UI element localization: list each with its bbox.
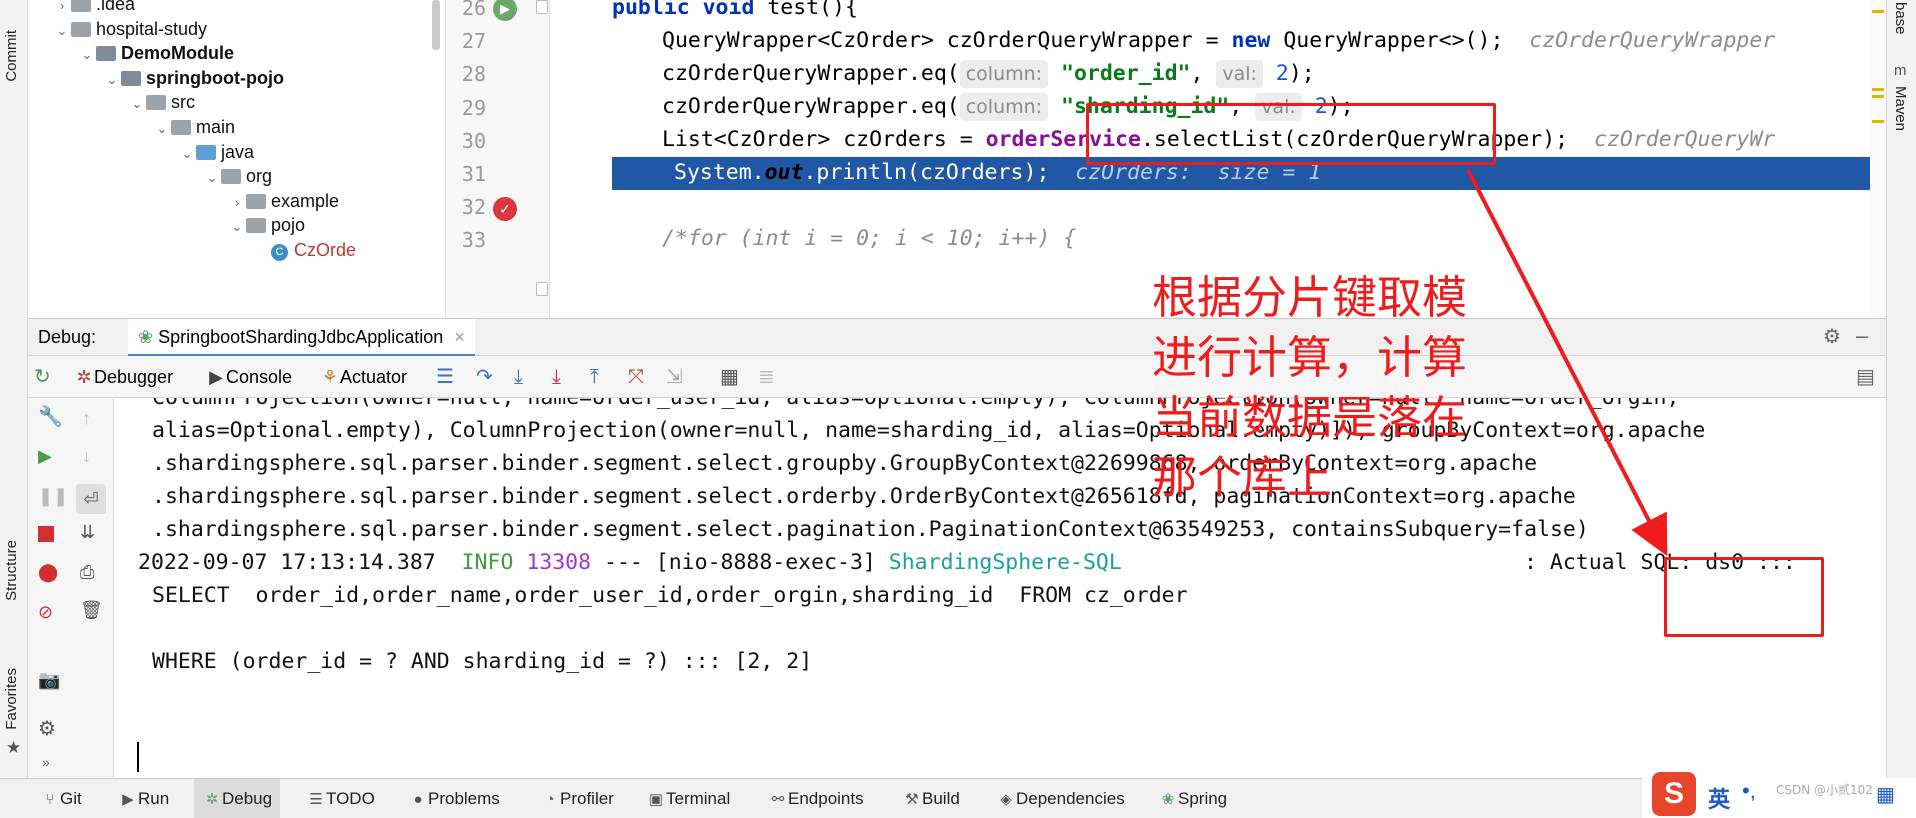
run-icon: ▶ [122, 791, 134, 808]
git-icon: ⑂ [45, 791, 55, 808]
profiler-icon: ◔ [545, 791, 555, 808]
tab-profiler[interactable]: ◔ Profiler [540, 779, 613, 818]
bug-icon: ✲ [205, 791, 219, 808]
tab-debug[interactable]: ✲ Debug [194, 779, 281, 818]
grid-icon[interactable]: ▦ [1876, 782, 1895, 807]
tab-git[interactable]: ⑂ Git [40, 779, 81, 818]
watermark: CSDN @小贰102 [1776, 783, 1873, 797]
tab-build[interactable]: ⚒ Build [902, 779, 960, 818]
sogou-ime-icon[interactable]: S [1652, 772, 1696, 816]
endpoints-icon: ⚯ [771, 791, 785, 808]
tab-endpoints[interactable]: ⚯ Endpoints [768, 779, 864, 818]
spring-icon: ❀ [1161, 791, 1175, 808]
annotation-arrow [1466, 169, 1668, 557]
punctuation-icon[interactable]: •, [1742, 778, 1756, 804]
layers-icon: ◈ [1000, 791, 1012, 808]
info-icon: ● [413, 791, 423, 808]
ime-toolbar: S 英 •, CSDN @小贰102 ▦ [1642, 772, 1916, 818]
tab-terminal[interactable]: ▣ Terminal [646, 779, 730, 818]
annotation-note: 根据分片键取模进行计算，计算当前数据是落在那个库上 [1152, 271, 1468, 504]
bottom-tool-bar: ⑂ Git ▶ Run ✲ Debug ☰ TODO ● Problems ◔ Profil… [0, 778, 1916, 818]
tab-dependencies[interactable]: ◈ Dependencies [996, 779, 1124, 818]
hammer-icon: ⚒ [905, 791, 919, 808]
tab-spring[interactable]: ❀ Spring [1158, 779, 1227, 818]
list-icon: ☰ [309, 791, 323, 808]
terminal-icon: ▣ [648, 791, 664, 808]
tab-problems[interactable]: ● Problems [408, 779, 499, 818]
tab-todo[interactable]: ☰ TODO [306, 779, 375, 818]
ime-language-toggle[interactable]: 英 [1708, 782, 1730, 814]
tab-run[interactable]: ▶ Run [118, 779, 169, 818]
